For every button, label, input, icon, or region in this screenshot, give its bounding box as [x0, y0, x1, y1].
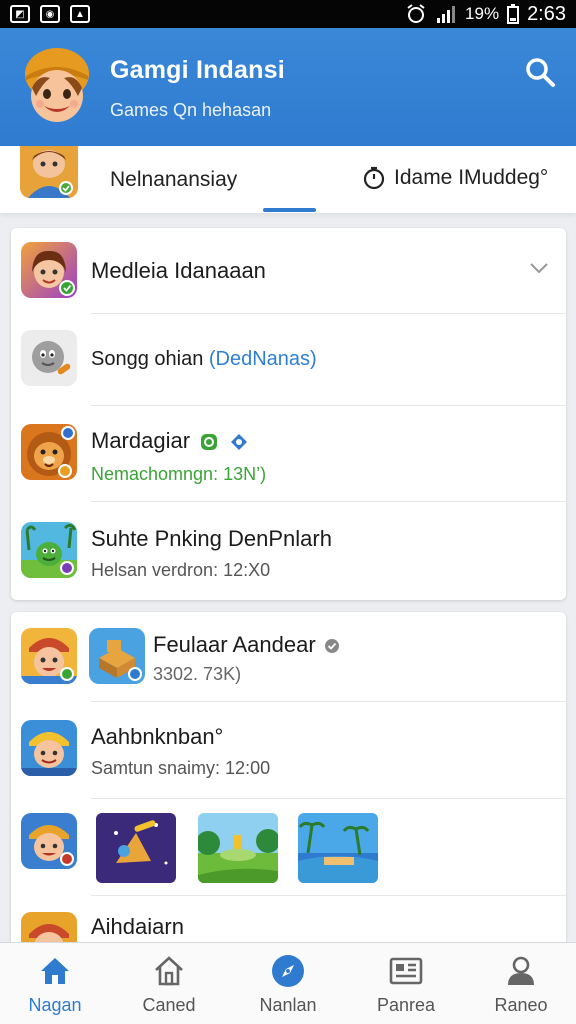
- tab-second-label: Idame IMuddeg°: [394, 166, 549, 189]
- status-indicators: 19% 2:63: [405, 3, 566, 26]
- row-title: Suhte Pnking DenPnlarh: [91, 526, 332, 551]
- list-item[interactable]: Songg ohian (DedNanas): [11, 314, 566, 406]
- app-subtitle: Games Qn hehasan: [110, 100, 272, 120]
- nav-label: Raneo: [494, 995, 548, 1015]
- verified-gray-icon: [324, 639, 339, 654]
- games-card-1: Medleia Idanaaan Songg ohian (DedNanas): [11, 228, 566, 600]
- image-notification-icon: ▲: [70, 5, 90, 23]
- battery-icon: [507, 4, 520, 24]
- list-item[interactable]: Feulaar Aandear 3302. 73K): [11, 612, 566, 702]
- game-icon-blocks: [89, 628, 145, 684]
- row-subtitle: Samtun snaimy: 12:00: [91, 758, 271, 778]
- game-icon-worker[interactable]: [21, 813, 77, 869]
- nav-item-caned[interactable]: Caned: [114, 943, 224, 1024]
- profile-icon: [508, 956, 534, 985]
- nav-label: Caned: [142, 995, 196, 1015]
- nav-item-raneo[interactable]: Raneo: [466, 943, 576, 1024]
- list-item[interactable]: Medleia Idanaaan: [11, 228, 566, 314]
- house-outline-icon: [155, 956, 183, 986]
- row-subtitle: 3302. 73K): [153, 664, 242, 684]
- list-item[interactable]: Suhte Pnking DenPnlarh Helsan verdron: 1…: [11, 502, 566, 600]
- game-icon-builder: [21, 720, 77, 776]
- row-link[interactable]: (DedNanas): [209, 348, 317, 370]
- game-icon-lion: [21, 424, 77, 480]
- screenshot-thumbnail[interactable]: [198, 813, 278, 883]
- nav-item-panrea[interactable]: Panrea: [351, 943, 461, 1024]
- compass-icon: [272, 955, 304, 987]
- app-bar: Gamgi Indansi Games Qn hehasan: [0, 28, 576, 146]
- row-subtitle: Nemachomngn: 13N’): [91, 464, 267, 484]
- nav-label: Nagan: [28, 995, 82, 1015]
- row-title: Medleia Idanaaan: [91, 258, 266, 283]
- app-logo-avatar: [20, 44, 94, 128]
- gallery-notification-icon: ◉: [40, 5, 60, 23]
- nav-item-home[interactable]: Nagan: [0, 943, 110, 1024]
- bottom-navigation: Nagan Caned Nanlan Panrea Raneo: [0, 942, 576, 1024]
- clock: 2:63: [527, 2, 566, 25]
- tab-second[interactable]: Idame IMuddeg°: [362, 166, 548, 190]
- chevron-down-icon[interactable]: [529, 262, 549, 274]
- home-icon: [41, 958, 69, 984]
- tab-avatar-icon: [20, 146, 78, 198]
- tab-first[interactable]: Nelnanansiay: [110, 168, 237, 192]
- app-root: ◩ ◉ ▲ 19% 2:63 Gamgi Indansi Games Qn he…: [0, 0, 576, 1024]
- battery-percent: 19%: [465, 4, 500, 23]
- screenshot-gallery: [11, 799, 566, 896]
- verified-blue-icon: [231, 434, 248, 451]
- tab-bar: Nelnanansiay Idame IMuddeg°: [0, 146, 576, 214]
- search-icon[interactable]: [522, 54, 558, 90]
- row-title: Feulaar Aandear: [153, 632, 340, 658]
- photo-notification-icon: ◩: [10, 5, 30, 23]
- list-item[interactable]: Aahbnknban° Samtun snaimy: 12:00: [11, 702, 566, 799]
- game-icon-boy: [21, 628, 77, 684]
- app-title: Gamgi Indansi: [110, 56, 285, 84]
- row-title: Songg ohian (DedNanas): [91, 348, 317, 370]
- game-icon-dino: [21, 522, 77, 578]
- verified-green-icon: [201, 434, 218, 451]
- alarm-icon: [407, 4, 425, 23]
- status-bar: ◩ ◉ ▲ 19% 2:63: [0, 0, 576, 28]
- games-card-2: Feulaar Aandear 3302. 73K) Aahbnknban° S…: [11, 612, 566, 942]
- row-title: Aahbnknban°: [91, 724, 224, 749]
- timer-icon: [363, 166, 385, 190]
- row-title: Aihdaiarn: [91, 914, 184, 939]
- list-item[interactable]: Mardagiar Nemachomngn: 13N’): [11, 406, 566, 502]
- signal-icon: [437, 6, 456, 23]
- news-icon: [389, 957, 423, 985]
- nav-item-nanlan[interactable]: Nanlan: [233, 943, 343, 1024]
- row-title: Mardagiar: [91, 428, 248, 454]
- screenshot-thumbnail[interactable]: [96, 813, 176, 883]
- nav-label: Panrea: [376, 995, 436, 1015]
- game-icon-girl: [21, 242, 77, 298]
- screenshot-thumbnail[interactable]: [298, 813, 378, 883]
- nav-label: Nanlan: [259, 995, 317, 1015]
- game-icon-ghost: [21, 330, 77, 386]
- game-icon-partial: [21, 912, 77, 942]
- list-item[interactable]: Aihdaiarn: [11, 896, 566, 942]
- row-subtitle: Helsan verdron: 12:X0: [91, 560, 271, 580]
- active-tab-indicator: [263, 208, 316, 212]
- notification-icons: ◩ ◉ ▲: [10, 5, 90, 23]
